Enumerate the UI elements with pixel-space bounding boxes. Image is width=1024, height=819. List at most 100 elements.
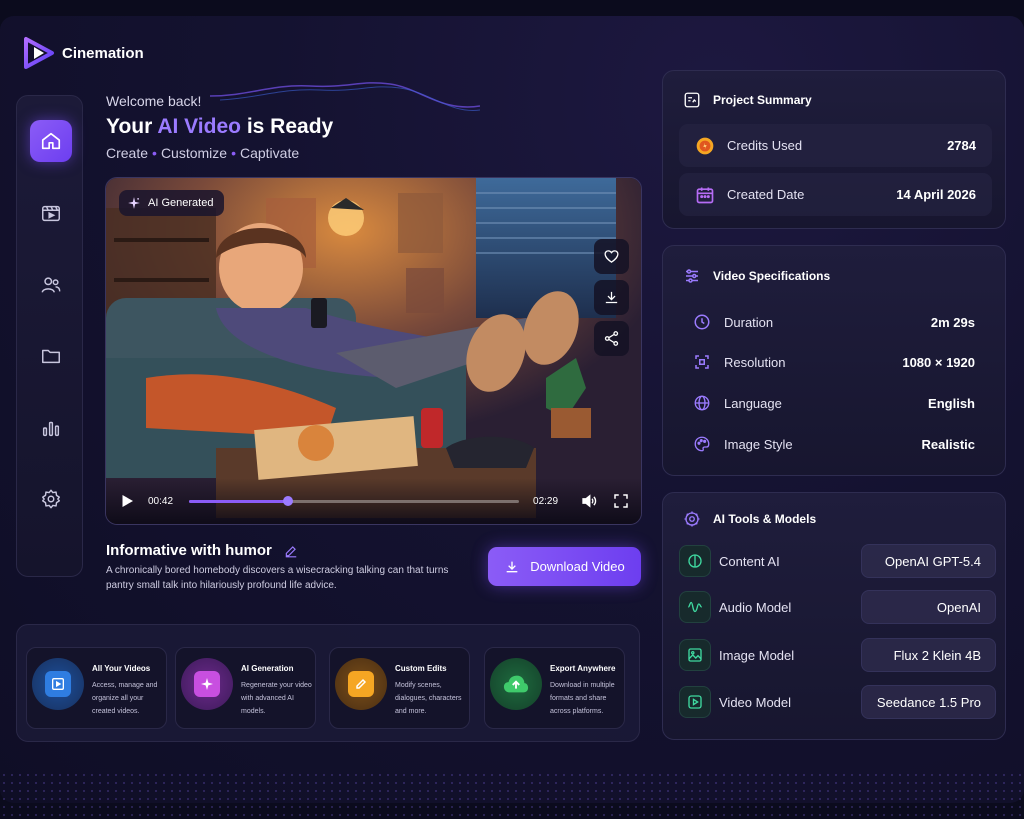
panel-header: AI Tools & Models [683, 510, 816, 528]
globe-icon [694, 395, 710, 411]
logo[interactable]: Cinemation [22, 36, 144, 70]
feature-card-all-videos[interactable]: All Your Videos Access, manage and organ… [26, 647, 167, 729]
project-summary-title: Project Summary [713, 93, 812, 107]
download-video-label: Download Video [530, 559, 625, 574]
total-time: 02:29 [533, 495, 559, 507]
analytics-icon [42, 421, 60, 437]
edit-icon [348, 671, 374, 697]
gear-ai-icon [684, 511, 700, 527]
app-name: Cinemation [62, 44, 144, 62]
volume-icon[interactable] [580, 492, 598, 510]
sidebar-item-videos[interactable] [30, 192, 72, 234]
video-actions [594, 239, 629, 356]
download-icon [506, 561, 518, 572]
calendar-icon [696, 187, 714, 203]
page-title: Your AI Video is Ready [106, 115, 334, 138]
coin-icon [696, 137, 714, 154]
feature-icon-wrap [32, 658, 84, 710]
progress-knob[interactable] [283, 495, 294, 506]
spec-label: Resolution [724, 354, 786, 370]
download-video-button[interactable]: Download Video [488, 547, 641, 586]
feature-card-export-anywhere[interactable]: Export Anywhere Download in multiple for… [484, 647, 625, 729]
tool-row-image-model: Image Model Flux 2 Klein 4B [679, 638, 996, 672]
tool-label: Image Model [719, 647, 795, 663]
spec-row-duration: Duration 2m 29s [693, 313, 975, 331]
summary-row-credits: Credits Used 2784 [679, 124, 992, 167]
play-icon [679, 686, 711, 718]
edit-icon[interactable] [284, 544, 298, 558]
tool-label: Audio Model [719, 599, 792, 615]
video-description: A chronically bored homebody discovers a… [106, 565, 449, 591]
fullscreen-icon[interactable] [612, 492, 630, 510]
panel-header: Project Summary [683, 91, 812, 109]
openai-icon [679, 545, 711, 577]
current-time: 00:42 [148, 495, 174, 507]
share-icon [604, 331, 619, 346]
heart-icon [604, 250, 619, 263]
home-icon [41, 132, 61, 150]
waveform-icon [679, 591, 711, 623]
video-library-icon [45, 671, 71, 697]
progress-bar[interactable] [189, 495, 520, 506]
sidebar-item-users[interactable] [30, 264, 72, 306]
feature-desc: Regenerate your video with advanced AI m… [241, 682, 312, 715]
sidebar [16, 95, 83, 577]
download-icon [605, 291, 618, 304]
video-controls: 00:42 02:29 [106, 478, 641, 524]
play-icon[interactable] [118, 492, 136, 510]
tool-model-select[interactable]: OpenAI [861, 590, 996, 624]
sidebar-item-home[interactable] [30, 120, 72, 162]
settings-icon [42, 489, 60, 509]
ai-tools-panel: AI Tools & Models Content AI OpenAI GPT-… [662, 492, 1006, 740]
spec-row-image-style: Image Style Realistic [693, 435, 975, 453]
video-specs-title: Video Specifications [713, 269, 831, 283]
feature-title: AI Generation [241, 664, 294, 673]
tool-label: Video Model [719, 694, 792, 710]
sidebar-item-settings[interactable] [30, 478, 72, 520]
feature-desc: Modify scenes, dialogues, characters and… [395, 682, 462, 715]
spec-row-language: Language English [693, 394, 975, 412]
feature-desc: Download in multiple formats and share a… [550, 682, 615, 715]
tool-label: Content AI [719, 553, 780, 569]
tool-model-select[interactable]: Seedance 1.5 Pro [861, 685, 996, 719]
tool-row-content-ai: Content AI OpenAI GPT-5.4 [679, 544, 996, 578]
feature-icon-wrap [335, 658, 387, 710]
video-specifications-panel: Video Specifications Duration 2m 29s Res… [662, 245, 1006, 476]
feature-card-custom-edits[interactable]: Custom Edits Modify scenes, dialogues, c… [329, 647, 470, 729]
download-icon-button[interactable] [594, 280, 629, 315]
dot-pattern [0, 771, 1024, 819]
video-player[interactable]: AI Generated 00:42 02:29 [105, 177, 642, 525]
sidebar-item-analytics[interactable] [30, 407, 72, 449]
sparkle-icon [194, 671, 220, 697]
tool-row-audio-model: Audio Model OpenAI [679, 590, 996, 624]
feature-card-ai-generation[interactable]: AI Generation Regenerate your video with… [175, 647, 316, 729]
palette-icon [694, 436, 710, 452]
spec-row-resolution: Resolution 1080 × 1920 [693, 353, 975, 371]
tool-model-select[interactable]: OpenAI GPT-5.4 [861, 544, 996, 578]
feature-desc: Access, manage and organize all your cre… [92, 682, 158, 715]
spec-label: Language [724, 395, 782, 411]
feature-icon-wrap [181, 658, 233, 710]
panel-header: Video Specifications [683, 267, 830, 285]
sidebar-item-folders[interactable] [30, 335, 72, 377]
summary-row-created-date: Created Date 14 April 2026 [679, 173, 992, 216]
summary-label: Credits Used [727, 138, 803, 153]
feature-title: Custom Edits [395, 664, 447, 673]
image-icon [679, 639, 711, 671]
video-title: Informative with humor [106, 542, 298, 559]
summary-value: 2784 [947, 138, 976, 153]
folder-icon [42, 349, 60, 364]
tool-model-select[interactable]: Flux 2 Klein 4B [861, 638, 996, 672]
summary-label: Created Date [727, 187, 805, 202]
cloud-upload-icon [503, 671, 529, 697]
share-button[interactable] [594, 321, 629, 356]
logo-icon [24, 37, 54, 69]
clock-icon [694, 314, 710, 330]
ai-generated-label: AI Generated [148, 197, 214, 209]
progress-fill [189, 499, 289, 503]
video-icon [42, 205, 60, 222]
tool-row-video-model: Video Model Seedance 1.5 Pro [679, 685, 996, 719]
features-panel: All Your Videos Access, manage and organ… [16, 624, 640, 742]
like-button[interactable] [594, 239, 629, 274]
decorative-wave [210, 82, 480, 111]
